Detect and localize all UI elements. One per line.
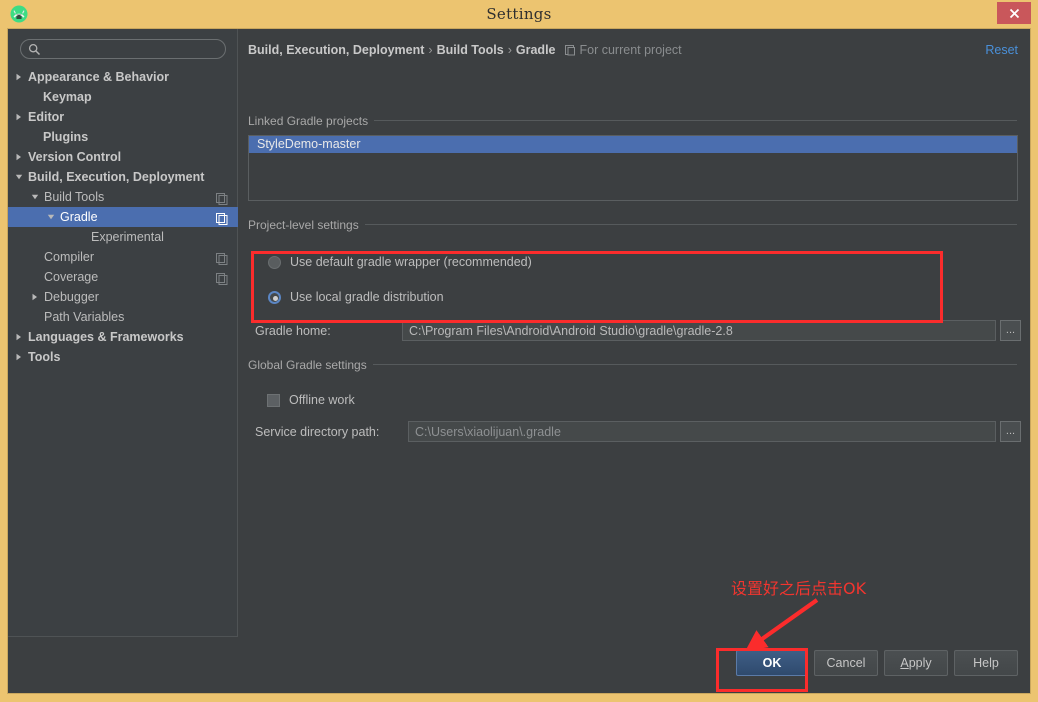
sidebar-item-appearance-behavior[interactable]: Appearance & Behavior [8, 67, 238, 87]
sidebar-item-label: Debugger [44, 287, 99, 307]
scope-indicator: For current project [565, 43, 682, 57]
gradle-home-browse-button[interactable]: ... [1000, 320, 1021, 341]
sidebar-item-label: Gradle [60, 207, 98, 227]
gradle-home-input[interactable]: C:\Program Files\Android\Android Studio\… [402, 320, 996, 341]
list-item[interactable]: StyleDemo-master [249, 136, 1017, 153]
chevron-right-icon[interactable] [15, 147, 25, 167]
linked-projects-list[interactable]: StyleDemo-master [248, 135, 1018, 201]
breadcrumb-separator: › [428, 43, 432, 57]
checkbox-indicator [267, 394, 280, 407]
chevron-right-icon[interactable] [15, 347, 25, 367]
sidebar-item-label: Plugins [43, 127, 88, 147]
service-directory-browse-button[interactable]: ... [1000, 421, 1021, 442]
settings-sidebar: Appearance & BehaviorKeymapEditorPlugins… [8, 29, 238, 637]
sidebar-item-experimental[interactable]: Experimental [8, 227, 238, 247]
scope-label: For current project [580, 43, 682, 57]
sidebar-item-compiler[interactable]: Compiler [8, 247, 238, 267]
sidebar-item-label: Tools [28, 347, 60, 367]
sidebar-item-build-execution-deployment[interactable]: Build, Execution, Deployment [8, 167, 238, 187]
sidebar-item-label: Build, Execution, Deployment [28, 167, 204, 187]
checkbox-label: Offline work [289, 393, 355, 407]
sidebar-item-label: Languages & Frameworks [28, 327, 184, 347]
sidebar-item-debugger[interactable]: Debugger [8, 287, 238, 307]
settings-window: Settings Appearance & BehaviorKeymapEdit… [0, 0, 1038, 702]
breadcrumb-item-2[interactable]: Build Tools [437, 43, 504, 57]
apply-rest: pply [909, 656, 932, 670]
section-divider [361, 364, 1017, 365]
close-icon[interactable] [997, 2, 1031, 24]
apply-mnemonic: A [900, 656, 908, 670]
sidebar-item-coverage[interactable]: Coverage [8, 267, 238, 287]
section-title-linked-projects: Linked Gradle projects [248, 114, 374, 128]
apply-button[interactable]: Apply [884, 650, 948, 676]
sidebar-item-path-variables[interactable]: Path Variables [8, 307, 238, 327]
section-divider [364, 120, 1017, 121]
cancel-button[interactable]: Cancel [814, 650, 878, 676]
settings-tree: Appearance & BehaviorKeymapEditorPlugins… [8, 67, 238, 367]
sidebar-item-version-control[interactable]: Version Control [8, 147, 238, 167]
sidebar-item-gradle[interactable]: Gradle [8, 207, 238, 227]
sidebar-item-label: Path Variables [44, 307, 124, 327]
chevron-right-icon[interactable] [15, 107, 25, 127]
sidebar-item-languages-frameworks[interactable]: Languages & Frameworks [8, 327, 238, 347]
project-scope-icon [216, 251, 228, 263]
chevron-right-icon[interactable] [15, 67, 25, 87]
sidebar-item-label: Appearance & Behavior [28, 67, 169, 87]
breadcrumb-item-1[interactable]: Build, Execution, Deployment [248, 43, 424, 57]
gradle-home-label: Gradle home: [255, 324, 331, 338]
sidebar-item-plugins[interactable]: Plugins [8, 127, 238, 147]
help-button[interactable]: Help [954, 650, 1018, 676]
chevron-down-icon[interactable] [31, 187, 41, 207]
sidebar-item-keymap[interactable]: Keymap [8, 87, 238, 107]
window-title: Settings [0, 0, 1038, 28]
sidebar-item-label: Experimental [91, 227, 164, 247]
section-title-project-level: Project-level settings [248, 218, 365, 232]
project-scope-icon [216, 271, 228, 283]
project-scope-icon [216, 191, 228, 203]
chevron-right-icon[interactable] [31, 287, 41, 307]
radio-indicator [268, 256, 281, 269]
section-title-global-settings: Global Gradle settings [248, 358, 373, 372]
sidebar-item-label: Coverage [44, 267, 98, 287]
search-input[interactable] [47, 41, 223, 59]
dialog-footer: OK Cancel Apply Help [8, 637, 1030, 693]
service-directory-label: Service directory path: [255, 425, 379, 439]
search-box[interactable] [20, 39, 226, 59]
sidebar-item-editor[interactable]: Editor [8, 107, 238, 127]
chevron-down-icon[interactable] [47, 207, 57, 227]
sidebar-item-build-tools[interactable]: Build Tools [8, 187, 238, 207]
radio-label: Use default gradle wrapper (recommended) [290, 255, 532, 269]
chevron-down-icon[interactable] [15, 167, 25, 187]
sidebar-item-label: Version Control [28, 147, 121, 167]
settings-dialog: Appearance & BehaviorKeymapEditorPlugins… [7, 28, 1031, 694]
title-bar: Settings [0, 0, 1038, 28]
sidebar-item-label: Editor [28, 107, 64, 127]
project-scope-icon [216, 211, 228, 223]
service-directory-input[interactable]: C:\Users\xiaolijuan\.gradle [408, 421, 996, 442]
sidebar-item-label: Keymap [43, 87, 92, 107]
ok-button[interactable]: OK [736, 650, 808, 676]
sidebar-item-label: Build Tools [44, 187, 104, 207]
radio-label: Use local gradle distribution [290, 290, 444, 304]
project-scope-icon [565, 45, 576, 59]
search-icon [28, 43, 41, 61]
sidebar-item-tools[interactable]: Tools [8, 347, 238, 367]
reset-link[interactable]: Reset [985, 43, 1018, 57]
annotation-note: 设置好之后点击OK [731, 575, 866, 599]
breadcrumb: Build, Execution, Deployment › Build Tools… [248, 43, 682, 59]
breadcrumb-separator: › [508, 43, 512, 57]
chevron-right-icon[interactable] [15, 327, 25, 347]
breadcrumb-item-3[interactable]: Gradle [516, 43, 556, 57]
sidebar-item-label: Compiler [44, 247, 94, 267]
section-divider [357, 224, 1017, 225]
settings-content: Build, Execution, Deployment › Build Tools… [239, 29, 1030, 637]
radio-indicator-selected [268, 291, 281, 304]
